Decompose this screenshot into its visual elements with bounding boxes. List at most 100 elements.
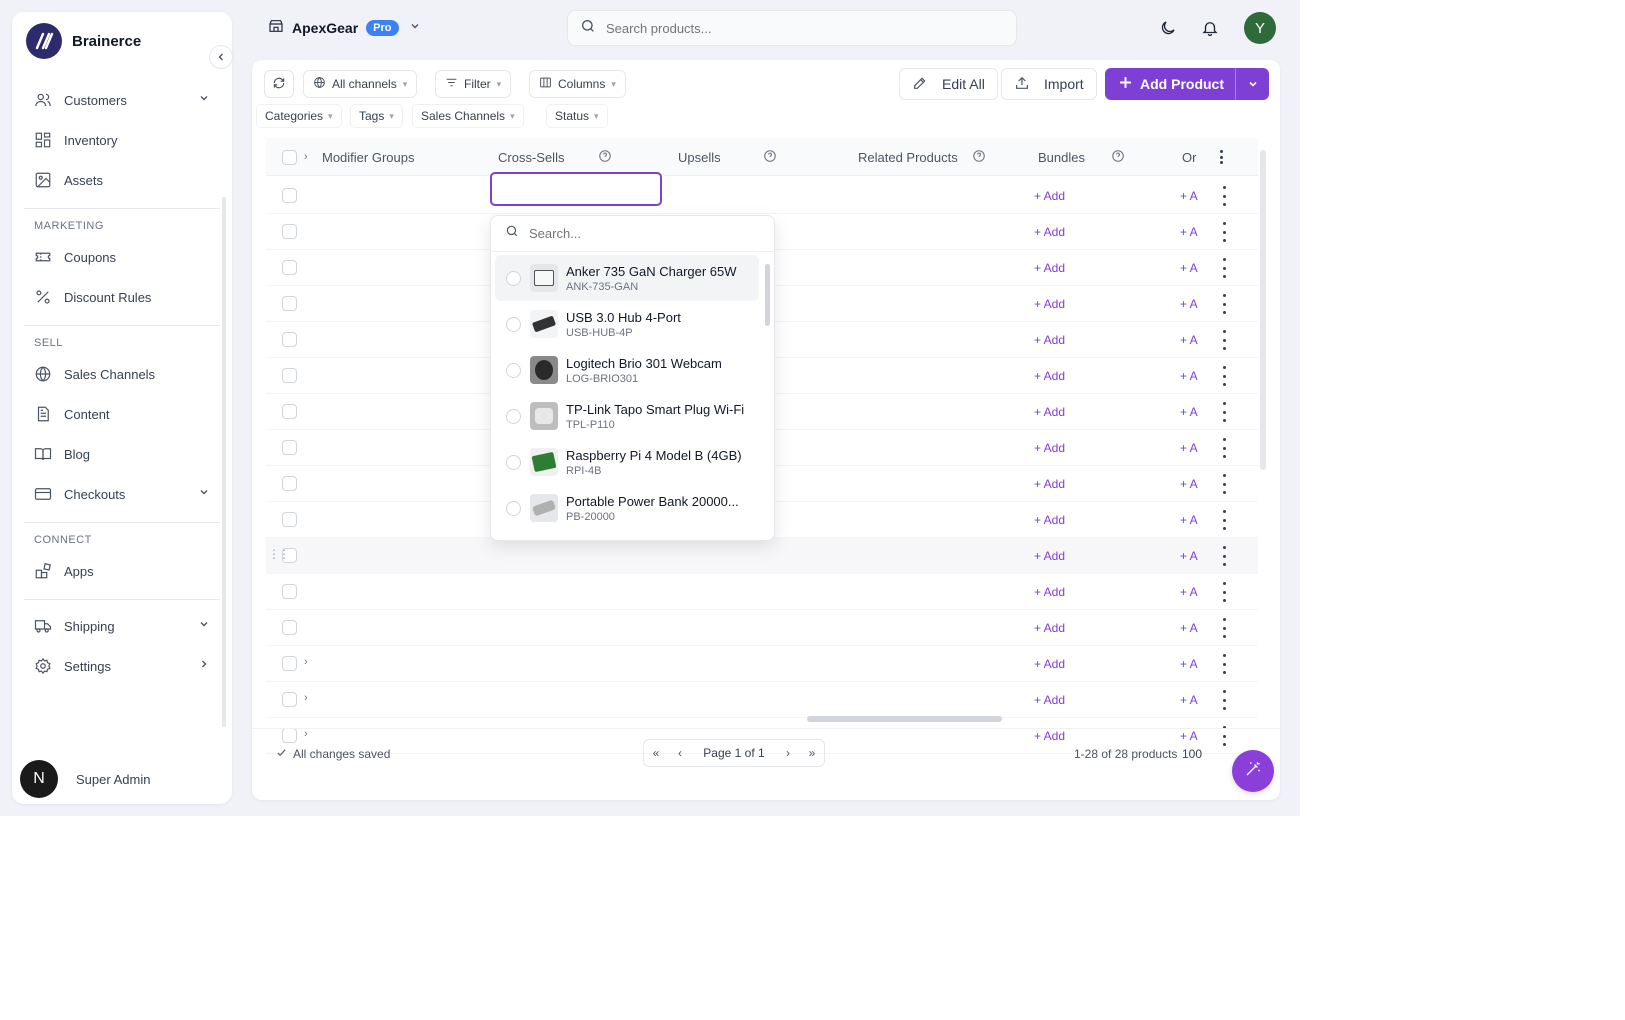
ai-assistant-button[interactable] (1232, 750, 1274, 792)
store-switcher[interactable]: ApexGear Pro (268, 16, 421, 40)
sidebar-item-content[interactable]: Content (24, 394, 220, 434)
column-bundles[interactable]: Bundles (1038, 138, 1125, 176)
product-option[interactable]: TP-Link Tapo Smart Plug Wi-Fi TPL-P110 (495, 393, 759, 439)
sidebar-item-inventory[interactable]: Inventory (24, 120, 220, 160)
option-checkbox[interactable] (506, 362, 521, 378)
add-bundle-link[interactable]: + Add (1034, 189, 1065, 203)
sidebar-item-discount-rules[interactable]: Discount Rules (24, 277, 220, 317)
table-row[interactable]: + Add + A (266, 610, 1258, 646)
add-product-button[interactable]: Add Product (1105, 68, 1269, 100)
sidebar-item-settings[interactable]: Settings (24, 646, 220, 686)
row-checkbox[interactable] (282, 332, 297, 347)
row-checkbox[interactable] (282, 296, 297, 311)
table-horizontal-scrollbar[interactable] (807, 716, 1002, 722)
add-bundle-link[interactable]: + Add (1034, 225, 1065, 239)
row-menu-button[interactable] (1220, 582, 1228, 602)
row-menu-button[interactable] (1220, 222, 1228, 242)
product-option[interactable]: USB 3.0 Hub 4-Port USB-HUB-4P (495, 301, 759, 347)
chevron-down-icon[interactable] (409, 19, 421, 37)
help-icon[interactable] (972, 149, 986, 166)
row-checkbox[interactable] (282, 584, 297, 599)
row-checkbox[interactable] (282, 224, 297, 239)
add-bundle-link[interactable]: + Add (1034, 369, 1065, 383)
row-menu-button[interactable] (1220, 474, 1228, 494)
help-icon[interactable] (763, 149, 777, 166)
add-order-link[interactable]: + A (1180, 369, 1198, 383)
search-input[interactable] (606, 20, 986, 36)
add-bundle-link[interactable]: + Add (1034, 333, 1065, 347)
row-menu-button[interactable] (1220, 690, 1228, 710)
row-checkbox[interactable] (282, 188, 297, 203)
table-row[interactable]: + Add + A (266, 178, 1258, 214)
row-checkbox[interactable] (282, 692, 297, 707)
row-checkbox[interactable] (282, 260, 297, 275)
chevron-down-icon[interactable] (198, 618, 210, 633)
add-order-link[interactable]: + A (1180, 513, 1198, 527)
moon-icon[interactable] (1158, 18, 1178, 38)
sidebar-item-shipping[interactable]: Shipping (24, 606, 220, 646)
option-checkbox[interactable] (506, 408, 521, 424)
table-vertical-scrollbar[interactable] (1260, 150, 1266, 470)
prev-page-button[interactable]: ‹ (668, 746, 692, 760)
first-page-button[interactable]: « (644, 746, 668, 760)
table-row[interactable]: ⋮⋮ + Add + A (266, 538, 1258, 574)
table-row[interactable]: › + Add + A (266, 646, 1258, 682)
product-search[interactable] (567, 10, 1017, 46)
add-order-link[interactable]: + A (1180, 657, 1198, 671)
option-checkbox[interactable] (506, 270, 521, 286)
add-order-link[interactable]: + A (1180, 189, 1198, 203)
add-order-link[interactable]: + A (1180, 333, 1198, 347)
channels-select[interactable]: All channels ▾ (303, 70, 418, 98)
dropdown-scrollbar[interactable] (765, 264, 770, 326)
product-option[interactable]: Logitech Brio 301 Webcam LOG-BRIO301 (495, 347, 759, 393)
add-order-link[interactable]: + A (1180, 441, 1198, 455)
row-checkbox[interactable] (282, 440, 297, 455)
add-order-link[interactable]: + A (1180, 585, 1198, 599)
add-bundle-link[interactable]: + Add (1034, 621, 1065, 635)
sidebar-item-apps[interactable]: Apps (24, 551, 220, 591)
row-checkbox[interactable] (282, 656, 297, 671)
column-upsells[interactable]: Upsells (678, 138, 777, 176)
sidebar-item-customers[interactable]: Customers (24, 80, 220, 120)
bell-icon[interactable] (1200, 18, 1220, 38)
sidebar-scrollbar[interactable] (222, 197, 226, 727)
expand-all-icon[interactable]: › (304, 138, 308, 176)
dropdown-search-input[interactable] (529, 226, 749, 241)
row-menu-button[interactable] (1220, 510, 1228, 530)
column-cross-sells[interactable]: Cross-Sells (498, 138, 612, 176)
add-bundle-link[interactable]: + Add (1034, 405, 1065, 419)
sidebar-item-sales-channels[interactable]: Sales Channels (24, 354, 220, 394)
product-option[interactable]: Anker 735 GaN Charger 65W ANK-735-GAN (495, 255, 759, 301)
add-order-link[interactable]: + A (1180, 297, 1198, 311)
row-menu-button[interactable] (1220, 366, 1228, 386)
status-filter[interactable]: Status ▾ (546, 104, 608, 128)
help-icon[interactable] (1111, 149, 1125, 166)
chevron-right-icon[interactable] (198, 658, 210, 673)
brand[interactable]: Brainerce (26, 22, 141, 60)
add-bundle-link[interactable]: + Add (1034, 657, 1065, 671)
add-product-menu-button[interactable] (1235, 68, 1269, 100)
add-order-link[interactable]: + A (1180, 225, 1198, 239)
row-menu-button[interactable] (1220, 618, 1228, 638)
add-bundle-link[interactable]: + Add (1034, 261, 1065, 275)
categories-filter[interactable]: Categories ▾ (256, 104, 342, 128)
row-menu-button[interactable] (1220, 258, 1228, 278)
filter-button[interactable]: Filter ▾ (435, 70, 512, 98)
tags-filter[interactable]: Tags ▾ (350, 104, 403, 128)
sidebar-collapse-button[interactable] (209, 45, 233, 69)
add-bundle-link[interactable]: + Add (1034, 549, 1065, 563)
add-bundle-link[interactable]: + Add (1034, 513, 1065, 527)
import-button[interactable]: Import (1001, 68, 1097, 100)
add-order-link[interactable]: + A (1180, 477, 1198, 491)
sidebar-item-blog[interactable]: Blog (24, 434, 220, 474)
user-avatar[interactable]: Y (1244, 12, 1276, 44)
expand-row-icon[interactable]: › (304, 692, 308, 704)
refresh-button[interactable] (264, 70, 294, 98)
row-menu-button[interactable] (1220, 546, 1228, 566)
dropdown-search[interactable] (491, 216, 774, 252)
row-checkbox[interactable] (282, 368, 297, 383)
column-related-products[interactable]: Related Products (858, 138, 986, 176)
add-bundle-link[interactable]: + Add (1034, 477, 1065, 491)
add-order-link[interactable]: + A (1180, 549, 1198, 563)
add-bundle-link[interactable]: + Add (1034, 297, 1065, 311)
